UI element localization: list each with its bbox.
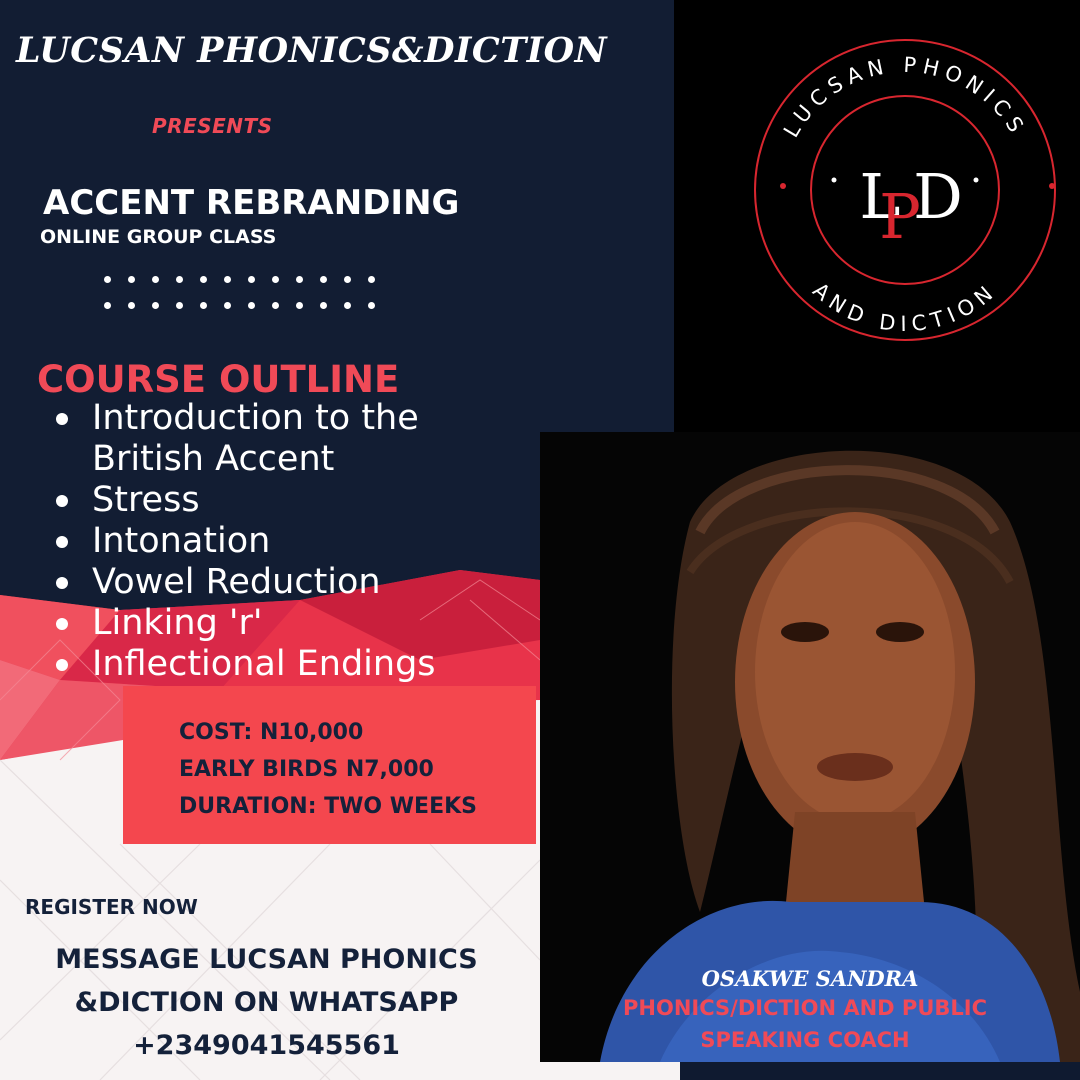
outline-item: Inflectional Endings	[52, 644, 532, 685]
outline-item: Vowel Reduction	[52, 562, 532, 603]
presents-label: PRESENTS	[152, 114, 273, 138]
outline-item: Stress	[52, 480, 532, 521]
brand-title: LUCSAN PHONICS&DICTION	[16, 30, 608, 71]
logo-panel: LUCSAN PHONICS AND DICTION L P D	[674, 0, 1080, 432]
bullet-icon	[56, 577, 68, 589]
early-birds-text: EARLY BIRDS N7,000	[179, 757, 434, 782]
phone-number: +2349041545561	[133, 1030, 400, 1061]
svg-text:D: D	[913, 160, 963, 233]
course-outline-heading: COURSE OUTLINE	[37, 358, 400, 401]
svg-text:AND DICTION: AND DICTION	[808, 278, 1001, 336]
bullet-icon	[56, 659, 68, 671]
pricing-box: COST: N10,000 EARLY BIRDS N7,000 DURATIO…	[123, 686, 536, 844]
outline-item: Intonation	[52, 521, 532, 562]
coach-name: OSAKWE SANDRA	[701, 966, 919, 991]
bullet-icon	[56, 618, 68, 630]
course-name: ACCENT REBRANDING	[43, 183, 460, 223]
bullet-icon	[56, 536, 68, 548]
brand-logo: LUCSAN PHONICS AND DICTION L P D	[754, 39, 1056, 341]
course-subtitle: ONLINE GROUP CLASS	[40, 226, 277, 248]
message-line-2: &DICTION ON WHATSAPP	[74, 987, 459, 1018]
svg-text:LUCSAN PHONICS: LUCSAN PHONICS	[779, 53, 1031, 142]
course-outline-list: Introduction to the British Accent Stres…	[52, 398, 532, 685]
duration-text: DURATION: TWO WEEKS	[179, 794, 477, 819]
outline-item: Linking 'r'	[52, 603, 532, 644]
bullet-icon	[56, 495, 68, 507]
cost-text: COST: N10,000	[179, 720, 364, 745]
message-line-1: MESSAGE LUCSAN PHONICS	[55, 944, 478, 975]
coach-title: PHONICS/DICTION AND PUBLIC SPEAKING COAC…	[623, 996, 987, 1052]
whatsapp-message: MESSAGE LUCSAN PHONICS &DICTION ON WHATS…	[0, 938, 533, 1067]
register-now-label: REGISTER NOW	[25, 895, 198, 919]
dot-divider	[104, 276, 414, 328]
bullet-icon	[56, 413, 68, 425]
outline-item: Introduction to the British Accent	[52, 398, 532, 480]
